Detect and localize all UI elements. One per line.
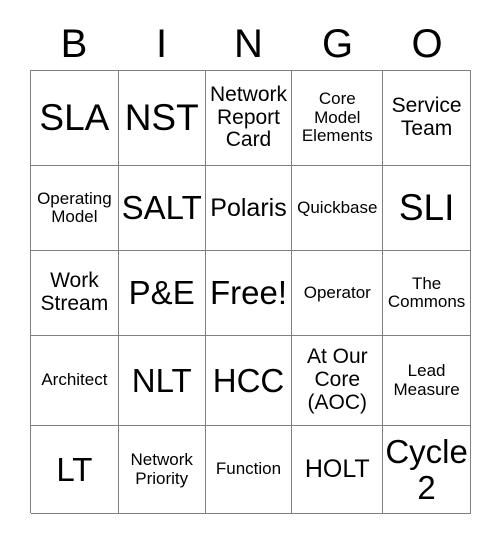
bingo-cell[interactable]: P&E <box>118 251 206 336</box>
bingo-cell[interactable]: Polaris <box>205 166 293 251</box>
bingo-cell[interactable]: Lead Measure <box>383 336 471 426</box>
bingo-cell-label: SLA <box>39 97 110 139</box>
bingo-row: Architect NLT HCC At Our Core (AOC) Lead… <box>31 336 471 426</box>
bingo-header-row: B I N G O <box>30 18 471 70</box>
bingo-cell-label: P&E <box>128 274 195 312</box>
bingo-cell[interactable]: Network Report Card <box>205 71 293 166</box>
bingo-cell-label: The Commons <box>387 273 466 311</box>
bingo-cell-label: HCC <box>212 361 285 399</box>
bingo-cell-label: Quickbase <box>297 197 378 217</box>
bingo-row: SLA NST Network Report Card Core Model E… <box>31 71 471 166</box>
bingo-cell[interactable]: Work Stream <box>31 251 119 336</box>
bingo-cell-label: HOLT <box>304 455 370 483</box>
bingo-cell[interactable]: NST <box>118 71 206 166</box>
bingo-cell[interactable]: Function <box>205 426 293 514</box>
bingo-cell-label: Work Stream <box>40 269 109 315</box>
bingo-cell-label: At Our Core (AOC) <box>306 345 368 414</box>
bingo-row: Work Stream P&E Free! Operator The Commo… <box>31 251 471 336</box>
bingo-cell-label: Network Priority <box>130 450 193 488</box>
bingo-cell-label: Network Report Card <box>209 82 287 152</box>
bingo-card: B I N G O SLA NST Network Report Card Co… <box>0 0 500 544</box>
bingo-cell-free-space[interactable]: Free! <box>205 251 293 336</box>
bingo-header-letter-o: O <box>411 22 443 66</box>
bingo-cell[interactable]: NLT <box>118 336 206 426</box>
bingo-cell[interactable]: Quickbase <box>292 166 384 251</box>
bingo-cell-label: SALT <box>121 189 202 227</box>
bingo-cell[interactable]: Architect <box>31 336 119 426</box>
bingo-cell[interactable]: HCC <box>205 336 293 426</box>
bingo-header-letter-g: G <box>321 22 354 66</box>
bingo-cell[interactable]: Service Team <box>383 71 471 166</box>
bingo-header-letter-b: B <box>60 22 88 66</box>
bingo-cell[interactable]: Core Model Elements <box>292 71 384 166</box>
bingo-cell-label: Polaris <box>210 193 287 222</box>
bingo-cell[interactable]: SLI <box>383 166 471 251</box>
bingo-cell[interactable]: HOLT <box>292 426 384 514</box>
bingo-cell-label: Lead Measure <box>393 361 460 399</box>
bingo-cell[interactable]: The Commons <box>383 251 471 336</box>
bingo-cell[interactable]: LT <box>31 426 119 514</box>
bingo-cell[interactable]: SALT <box>118 166 206 251</box>
bingo-cell-label: NLT <box>131 361 192 399</box>
bingo-cell-label: SLI <box>398 187 455 229</box>
bingo-cell-label: Function <box>215 459 282 479</box>
bingo-cell-label: NST <box>124 97 199 139</box>
bingo-header-letter-i: I <box>155 22 168 66</box>
bingo-cell[interactable]: Cycle 2 <box>383 426 471 514</box>
bingo-row: LT Network Priority Function HOLT Cycle … <box>31 426 471 514</box>
bingo-cell[interactable]: SLA <box>31 71 119 166</box>
bingo-cell-label: Architect <box>41 370 108 390</box>
bingo-cell[interactable]: Operator <box>292 251 384 336</box>
bingo-cell[interactable]: Operating Model <box>31 166 119 251</box>
bingo-cell-label: Operating Model <box>37 188 112 226</box>
bingo-cell-label: Core Model Elements <box>301 89 373 146</box>
bingo-row: Operating Model SALT Polaris Quickbase S… <box>31 166 471 251</box>
bingo-cell[interactable]: At Our Core (AOC) <box>292 336 384 426</box>
bingo-cell-label: Operator <box>303 282 371 302</box>
bingo-cell-label: LT <box>56 450 93 488</box>
bingo-cell[interactable]: Network Priority <box>118 426 206 514</box>
bingo-grid: SLA NST Network Report Card Core Model E… <box>30 70 471 514</box>
bingo-header-letter-n: N <box>234 22 263 66</box>
bingo-cell-label: Service Team <box>391 94 462 140</box>
bingo-cell-label: Cycle 2 <box>385 432 468 506</box>
bingo-cell-label: Free! <box>209 274 287 312</box>
